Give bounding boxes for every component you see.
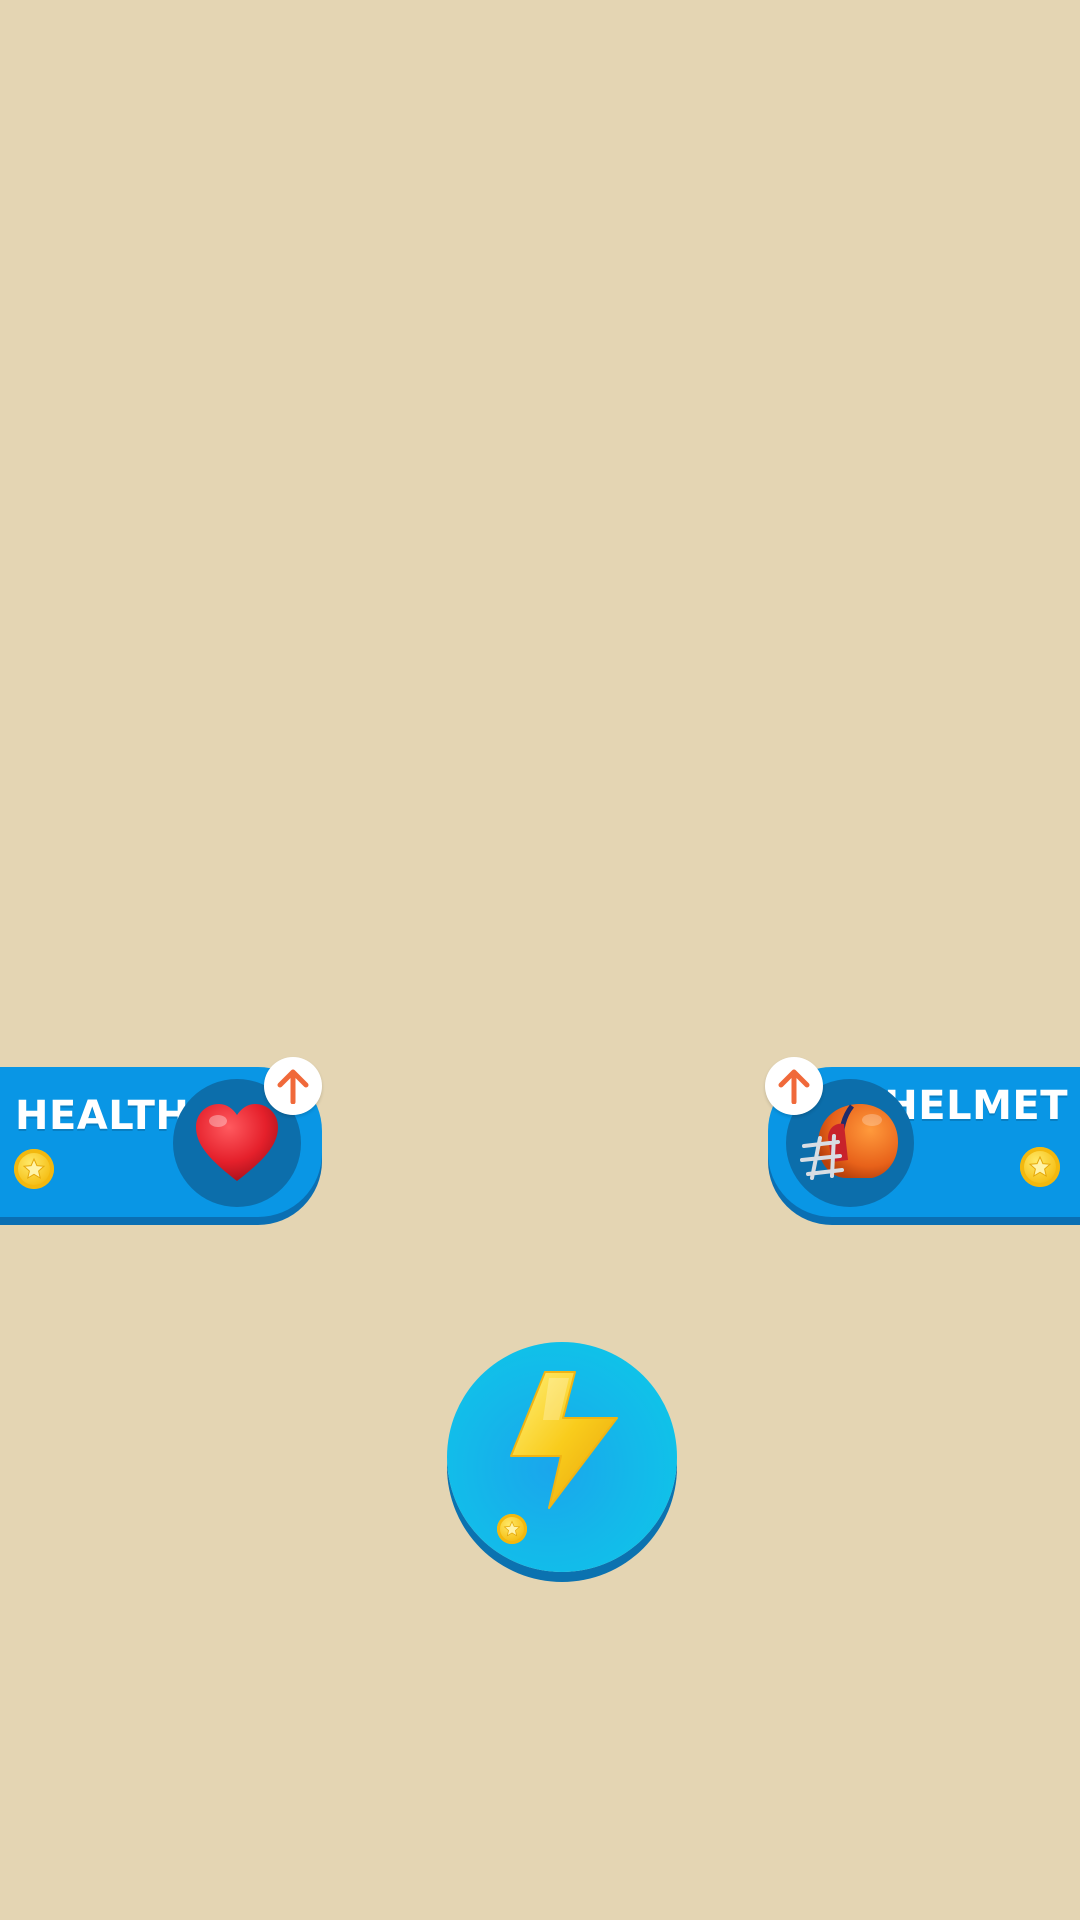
health-title: HEALTH	[15, 1093, 190, 1139]
coin-icon	[1020, 1147, 1060, 1187]
coin-icon	[497, 1514, 527, 1544]
arrow-up-icon	[277, 1069, 309, 1104]
upgrade-arrow-button-helmet[interactable]	[765, 1057, 823, 1115]
upgrade-arrow-button-health[interactable]	[264, 1057, 322, 1115]
coin-icon	[14, 1149, 54, 1189]
helmet-title: HELMET	[884, 1083, 1068, 1129]
helmet-icon	[800, 1104, 898, 1180]
heart-icon	[196, 1104, 278, 1181]
power-boost-button[interactable]	[447, 1342, 677, 1572]
lightning-bolt-icon	[510, 1371, 618, 1509]
arrow-up-icon	[778, 1069, 810, 1104]
